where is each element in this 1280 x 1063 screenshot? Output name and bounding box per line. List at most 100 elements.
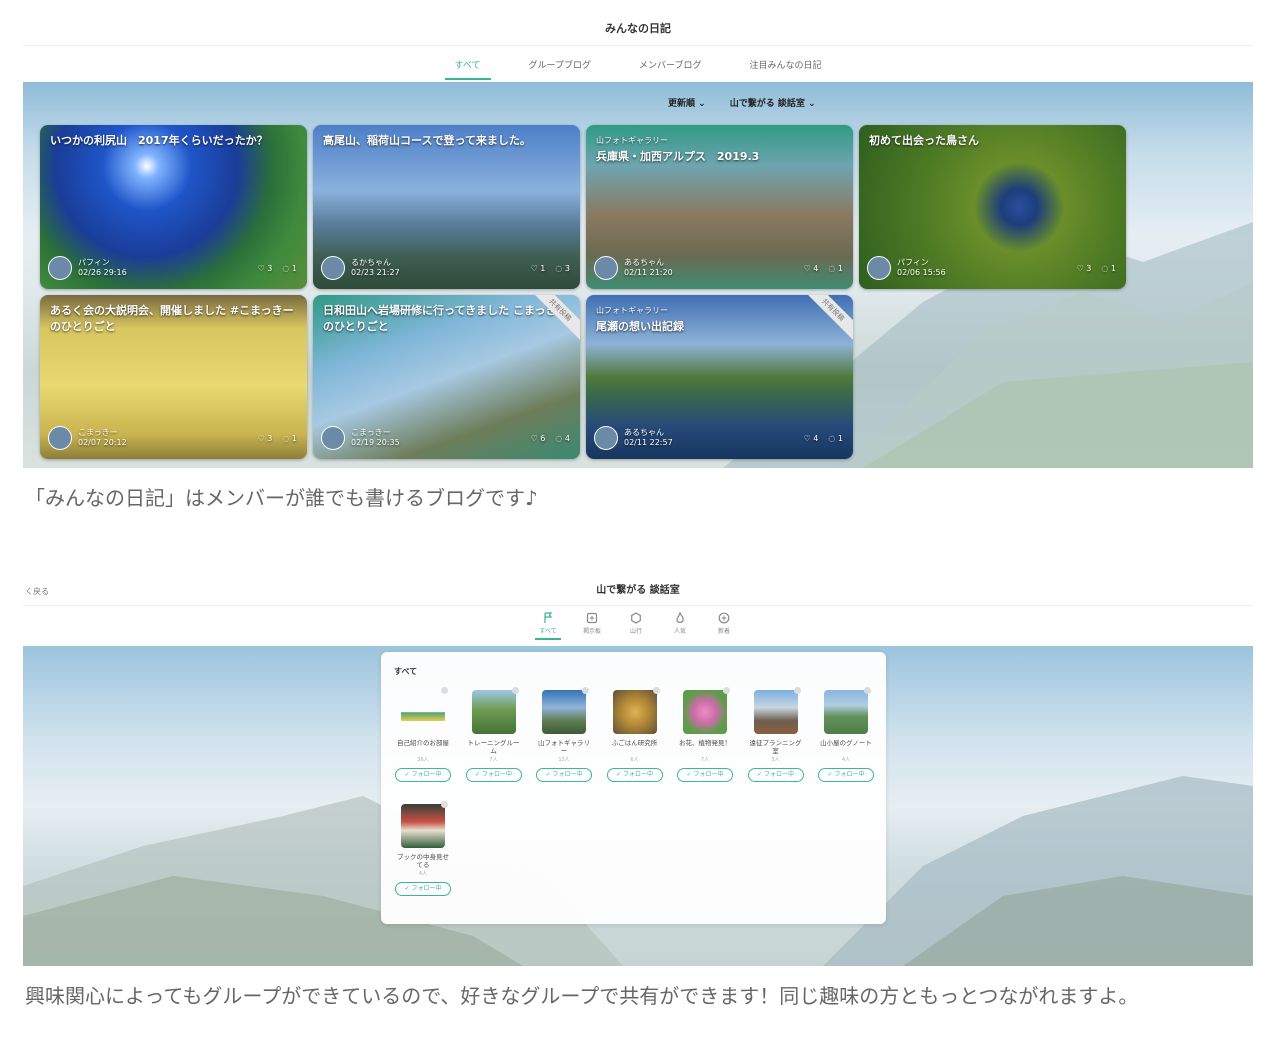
post-date: 02/07 20:12 — [78, 438, 127, 447]
card-counts: ♡ 1 ◌ 3 — [531, 264, 570, 273]
tab-featured[interactable]: 注目みんなの日記 — [739, 52, 831, 80]
heart-icon: ♡ — [257, 433, 265, 443]
comment-count[interactable]: ◌ 1 — [282, 434, 297, 443]
comment-count[interactable]: ◌ 1 — [828, 264, 843, 273]
group-thumbnail[interactable] — [824, 687, 871, 734]
back-link[interactable]: く戻る — [25, 586, 49, 597]
diary-card[interactable]: あるく会の大説明会、開催しました #こまっきーのひとりごと こまっきー 02/0… — [40, 295, 307, 459]
like-count[interactable]: ♡ 3 — [258, 264, 273, 273]
group-thumbnail[interactable] — [542, 687, 589, 734]
card-gallery-label: 山フォトギャラリー — [596, 136, 668, 145]
group-tile[interactable]: ふごはん研究所 6人 ✓ フォロー中 — [603, 687, 667, 782]
diary-card[interactable]: 山フォトギャラリー 尾瀬の想い出記録 共有投稿 あるちゃん 02/11 22:5… — [586, 295, 853, 459]
group-thumbnail[interactable] — [401, 687, 448, 734]
avatar[interactable] — [594, 426, 618, 450]
card-footer: こまっきー 02/19 20:35 ♡ 6 ◌ 4 — [321, 425, 570, 451]
card-gallery-label: 山フォトギャラリー — [596, 306, 668, 315]
card-title-text: 初めて出会った鳥さん — [869, 134, 979, 147]
group-tile[interactable]: お花、植物発見！ 7人 ✓ フォロー中 — [673, 687, 737, 782]
tab-member-blog[interactable]: メンバーブログ — [629, 52, 711, 80]
group-tile[interactable]: 山フォトギャラリー 13人 ✓ フォロー中 — [532, 687, 596, 782]
group-tile[interactable]: 遠征プランニング室 5人 ✓ フォロー中 — [744, 687, 808, 782]
group-tile[interactable]: 山小屋のグノート 4人 ✓ フォロー中 — [814, 687, 878, 782]
like-count[interactable]: ♡ 4 — [804, 264, 819, 273]
avatar[interactable] — [867, 256, 891, 280]
heart-icon: ♡ — [1076, 263, 1084, 273]
card-counts: ♡ 3 ◌ 1 — [258, 434, 297, 443]
heart-icon: ♡ — [530, 433, 538, 443]
card-author: パフィン 02/26 29:16 — [78, 258, 127, 278]
follow-button[interactable]: ✓ フォロー中 — [395, 768, 451, 782]
tab-new[interactable]: 新着 — [711, 612, 737, 640]
follow-button[interactable]: ✓ フォロー中 — [536, 768, 592, 782]
comment-icon: ◌ — [282, 263, 290, 273]
follow-button[interactable]: ✓ フォロー中 — [818, 768, 874, 782]
diary-card-grid: いつかの利尻山 2017年くらいだったか？ パフィン 02/26 29:16 ♡… — [40, 125, 1126, 459]
flag-icon — [544, 612, 553, 623]
like-count[interactable]: ♡ 3 — [1077, 264, 1092, 273]
follow-button[interactable]: ✓ フォロー中 — [395, 882, 451, 896]
group-name: ふごはん研究所 — [611, 739, 658, 747]
post-date: 02/26 29:16 — [78, 268, 127, 277]
group-tile[interactable]: トレーニングルーム 7人 ✓ フォロー中 — [462, 687, 526, 782]
card-title: 山フォトギャラリー 尾瀬の想い出記録 — [596, 303, 843, 335]
avatar[interactable] — [48, 426, 72, 450]
avatar[interactable] — [321, 256, 345, 280]
flame-icon — [676, 612, 684, 623]
group-tile[interactable]: 自己紹介のお部屋 36人 ✓ フォロー中 — [391, 687, 455, 782]
diary-card[interactable]: いつかの利尻山 2017年くらいだったか？ パフィン 02/26 29:16 ♡… — [40, 125, 307, 289]
like-count[interactable]: ♡ 3 — [258, 434, 273, 443]
card-author: あるちゃん 02/11 21:20 — [624, 258, 673, 278]
group-thumbnail[interactable] — [612, 687, 660, 734]
card-counts: ♡ 4 ◌ 1 — [804, 434, 843, 443]
tab-group-blog[interactable]: グループブログ — [519, 52, 601, 80]
like-count[interactable]: ♡ 1 — [531, 264, 546, 273]
tab-popular[interactable]: 人気 — [667, 612, 693, 640]
follow-button[interactable]: ✓ フォロー中 — [606, 768, 663, 782]
avatar[interactable] — [321, 426, 345, 450]
comment-icon: ◌ — [282, 433, 290, 443]
card-footer: あるちゃん 02/11 22:57 ♡ 4 ◌ 1 — [594, 425, 843, 451]
group-name: 山小屋のグノート — [820, 739, 872, 747]
tab-trip[interactable]: 山行 — [623, 612, 649, 640]
caption-diary: 「みんなの日記」はメンバーが誰でも書けるブログです♪ — [25, 486, 538, 510]
group-thumbnail[interactable] — [471, 687, 519, 734]
follow-button[interactable]: ✓ フォロー中 — [465, 768, 522, 782]
group-thumbnail[interactable] — [401, 801, 448, 848]
comment-count[interactable]: ◌ 4 — [555, 434, 570, 443]
like-count[interactable]: ♡ 4 — [804, 434, 819, 443]
comment-icon: ◌ — [555, 433, 563, 443]
card-counts: ♡ 3 ◌ 1 — [1077, 264, 1116, 273]
card-title: 高尾山、稲荷山コースで登って来ました。 — [323, 133, 570, 149]
card-title-text: 高尾山、稲荷山コースで登って来ました。 — [323, 134, 531, 147]
group-filter-select[interactable]: 山で繋がる 談話室 ⌄ — [730, 96, 816, 109]
comment-count[interactable]: ◌ 1 — [1101, 264, 1116, 273]
group-tile[interactable]: ブックの中身見せてる 4人 ✓ フォロー中 — [391, 801, 455, 896]
tab-all-groups[interactable]: すべて — [535, 612, 561, 640]
tab-all[interactable]: すべて — [444, 52, 491, 80]
comment-count[interactable]: ◌ 1 — [282, 264, 297, 273]
avatar[interactable] — [48, 256, 72, 280]
card-title: 日和田山へ岩場研修に行ってきました こまっきーのひとりごと — [323, 303, 570, 335]
caption-groups: 興味関心によってもグループができているので、好きなグループで共有ができます！同じ… — [25, 984, 1139, 1008]
group-thumbnail[interactable] — [683, 687, 730, 734]
like-count[interactable]: ♡ 6 — [531, 434, 546, 443]
post-date: 02/11 22:57 — [624, 438, 673, 447]
diary-card[interactable]: 日和田山へ岩場研修に行ってきました こまっきーのひとりごと 共有投稿 こまっきー… — [313, 295, 580, 459]
follow-button[interactable]: ✓ フォロー中 — [677, 768, 733, 782]
group-thumbnail[interactable] — [753, 687, 801, 734]
follow-button[interactable]: ✓ フォロー中 — [747, 768, 804, 782]
card-footer: あるちゃん 02/11 21:20 ♡ 4 ◌ 1 — [594, 255, 843, 281]
group-members: 6人 — [630, 757, 639, 763]
avatar[interactable] — [594, 256, 618, 280]
group-name: お花、植物発見！ — [679, 739, 731, 747]
card-title-text: 尾瀬の想い出記録 — [596, 320, 684, 333]
comment-count[interactable]: ◌ 3 — [555, 264, 570, 273]
diary-card[interactable]: 山フォトギャラリー 兵庫県・加西アルプス 2019.3 あるちゃん 02/11 … — [586, 125, 853, 289]
diary-card[interactable]: 初めて出会った鳥さん パフィン 02/06 15:56 ♡ 3 ◌ 1 — [859, 125, 1126, 289]
comment-count[interactable]: ◌ 1 — [828, 434, 843, 443]
heart-icon: ♡ — [530, 263, 538, 273]
sort-select[interactable]: 更新順 ⌄ — [668, 96, 706, 109]
diary-card[interactable]: 高尾山、稲荷山コースで登って来ました。 るかちゃん 02/23 21:27 ♡ … — [313, 125, 580, 289]
tab-board[interactable]: 掲示板 — [579, 612, 605, 640]
